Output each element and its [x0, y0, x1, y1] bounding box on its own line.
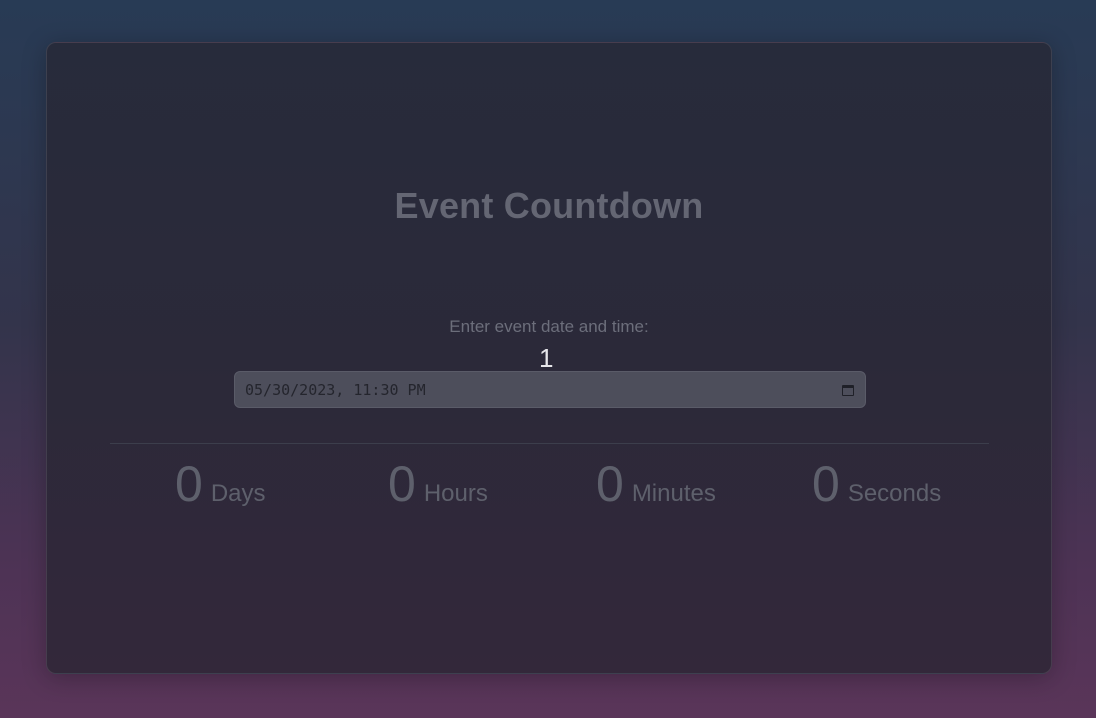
hours-value: 0	[388, 456, 416, 512]
event-datetime-input[interactable]: 05/30/2023, 11:30 PM	[234, 371, 866, 408]
minutes-counter: 0 Minutes	[596, 455, 716, 513]
seconds-counter: 0 Seconds	[812, 455, 941, 513]
typed-character: 1	[539, 343, 554, 373]
seconds-unit: Seconds	[847, 480, 942, 507]
hours-unit: Hours	[423, 480, 488, 507]
days-value: 0	[175, 456, 203, 512]
seconds-value: 0	[812, 456, 840, 512]
calendar-icon[interactable]	[841, 383, 855, 397]
countdown-card: Event Countdown Enter event date and tim…	[46, 42, 1052, 674]
page-title: Event Countdown	[394, 185, 704, 226]
divider	[110, 443, 989, 444]
hours-counter: 0 Hours	[388, 455, 488, 513]
days-counter: 0 Days	[175, 455, 266, 513]
event-datetime-label: Enter event date and time:	[449, 317, 649, 336]
minutes-value: 0	[596, 456, 624, 512]
datetime-value[interactable]: 05/30/2023, 11:30 PM	[245, 381, 841, 399]
minutes-unit: Minutes	[631, 480, 716, 507]
days-unit: Days	[210, 480, 266, 507]
countdown-display: 0 Days 0 Hours 0 Minutes 0 Seconds	[47, 455, 1051, 525]
